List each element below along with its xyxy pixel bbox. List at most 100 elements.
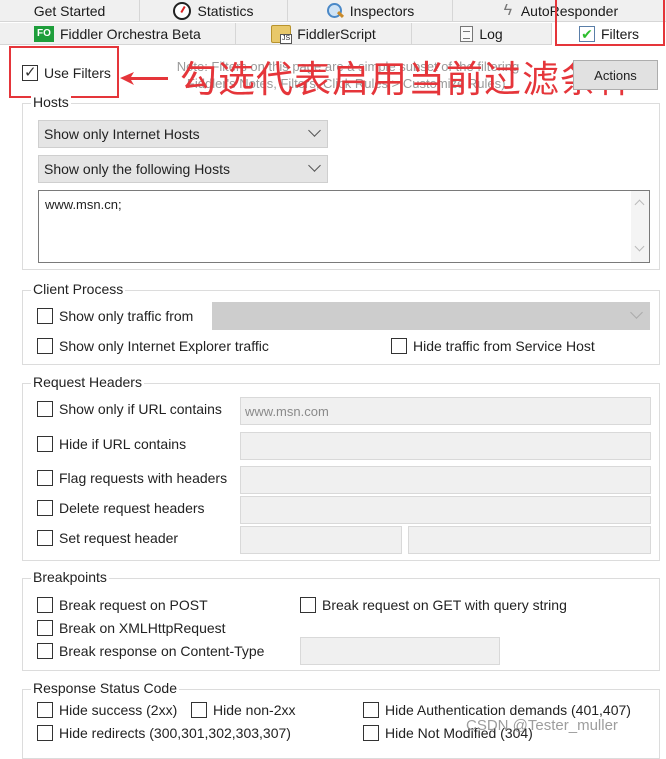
checkbox-label: Delete request headers — [59, 500, 205, 516]
hide-non2xx-checkbox[interactable]: Hide non-2xx — [191, 702, 296, 718]
checkbox-label: Show only Internet Explorer traffic — [59, 338, 269, 354]
tab-label: Filters — [600, 25, 640, 42]
hide-url-checkbox[interactable]: Hide if URL contains — [37, 436, 186, 452]
checkbox[interactable] — [37, 308, 53, 324]
log-icon — [460, 26, 474, 42]
show-only-url-input[interactable]: www.msn.com — [240, 397, 651, 425]
set-header-value-input[interactable] — [408, 526, 651, 554]
zone-filter-select[interactable]: Show only Internet Hosts — [38, 120, 328, 148]
actions-button[interactable]: Actions — [573, 60, 658, 90]
host-filter-select[interactable]: Show only the following Hosts — [38, 155, 328, 183]
tab-statistics[interactable]: Statistics — [140, 0, 288, 22]
host-list-textarea[interactable]: www.msn.cn; — [38, 190, 650, 263]
delete-headers-input[interactable] — [240, 496, 651, 524]
actions-label: Actions — [594, 67, 637, 83]
delete-headers-checkbox[interactable]: Delete request headers — [37, 500, 205, 516]
tab-filters[interactable]: ✔ Filters — [552, 23, 666, 45]
process-select[interactable] — [212, 302, 650, 330]
checkbox-label: Hide Authentication demands (401,407) — [385, 702, 631, 718]
script-icon — [271, 25, 293, 44]
checkbox-label: Show only if URL contains — [59, 401, 222, 417]
checkbox[interactable] — [37, 470, 53, 486]
select-value: Show only Internet Hosts — [44, 126, 200, 142]
chevron-down-icon — [308, 124, 321, 137]
break-content-type-checkbox[interactable]: Break response on Content-Type — [37, 643, 264, 659]
tab-autoresponder[interactable]: ϟ AutoResponder — [453, 0, 666, 22]
scroll-up-icon[interactable] — [634, 199, 645, 210]
checkbox[interactable] — [391, 338, 407, 354]
tab-get-started[interactable]: Get Started — [0, 0, 140, 22]
group-title: Response Status Code — [31, 680, 179, 696]
show-only-traffic-from-checkbox[interactable]: Show only traffic from — [37, 308, 193, 324]
hide-url-input[interactable] — [240, 432, 651, 460]
use-filters-checkbox[interactable]: Use Filters — [22, 63, 111, 81]
use-filters-label: Use Filters — [44, 65, 111, 81]
checkbox[interactable] — [37, 338, 53, 354]
group-title: Breakpoints — [31, 569, 109, 585]
tab-inspectors[interactable]: Inspectors — [288, 0, 453, 22]
checkbox[interactable] — [363, 702, 379, 718]
checkbox-label: Set request header — [59, 530, 179, 546]
hide-service-host-checkbox[interactable]: Hide traffic from Service Host — [391, 338, 595, 354]
flag-headers-input[interactable] — [240, 466, 651, 494]
break-post-checkbox[interactable]: Break request on POST — [37, 597, 208, 613]
checkbox-label: Break request on GET with query string — [322, 597, 567, 613]
checkbox[interactable] — [37, 620, 53, 636]
checkbox[interactable] — [37, 597, 53, 613]
checkbox[interactable] — [22, 63, 38, 81]
checkbox[interactable] — [37, 530, 53, 546]
show-only-ie-checkbox[interactable]: Show only Internet Explorer traffic — [37, 338, 269, 354]
chevron-down-icon — [308, 159, 321, 172]
group-title: Client Process — [31, 281, 126, 297]
select-value: Show only the following Hosts — [44, 161, 230, 177]
checkbox-label: Break request on POST — [59, 597, 208, 613]
checkbox[interactable] — [37, 643, 53, 659]
chevron-down-icon — [630, 306, 643, 319]
tab-fiddler-orchestra[interactable]: FO Fiddler Orchestra Beta — [0, 23, 236, 45]
checkbox[interactable] — [37, 436, 53, 452]
checkbox[interactable] — [300, 597, 316, 613]
break-xhr-checkbox[interactable]: Break on XMLHttpRequest — [37, 620, 226, 636]
checkbox[interactable] — [37, 500, 53, 516]
checkbox-label: Hide non-2xx — [213, 702, 296, 718]
set-header-name-input[interactable] — [240, 526, 402, 554]
input-placeholder: www.msn.com — [245, 403, 329, 419]
checkbox[interactable] — [37, 401, 53, 417]
checkbox-label: Hide if URL contains — [59, 436, 187, 452]
stopwatch-icon — [173, 2, 192, 20]
scrollbar[interactable] — [631, 191, 649, 262]
group-title: Hosts — [31, 94, 71, 110]
content-type-input[interactable] — [300, 637, 500, 665]
tab-label: AutoResponder — [520, 3, 619, 19]
checkbox[interactable] — [191, 702, 207, 718]
tab-label: Log — [479, 26, 503, 42]
hide-auth-checkbox[interactable]: Hide Authentication demands (401,407) — [363, 702, 631, 718]
fo-icon: FO — [34, 26, 54, 42]
break-get-query-checkbox[interactable]: Break request on GET with query string — [300, 597, 567, 613]
tab-row-bottom: FO Fiddler Orchestra Beta FiddlerScript … — [0, 23, 666, 45]
checkbox-label: Break on XMLHttpRequest — [59, 620, 226, 636]
hide-redirects-checkbox[interactable]: Hide redirects (300,301,302,303,307) — [37, 725, 291, 741]
checkbox[interactable] — [363, 725, 379, 741]
flag-headers-checkbox[interactable]: Flag requests with headers — [37, 470, 227, 486]
checkbox-label: Hide success (2xx) — [59, 702, 178, 718]
checkbox-label: Show only traffic from — [59, 308, 194, 324]
checkbox-label: Hide traffic from Service Host — [413, 338, 595, 354]
tab-label: Statistics — [197, 3, 254, 19]
show-only-url-checkbox[interactable]: Show only if URL contains — [37, 401, 222, 417]
annotation-arrow-icon — [120, 72, 168, 85]
checkbox-label: Break response on Content-Type — [59, 643, 265, 659]
watermark: CSDN @Tester_muller — [466, 717, 618, 734]
scroll-down-icon[interactable] — [634, 241, 645, 252]
magnifier-icon — [326, 2, 344, 20]
group-title: Request Headers — [31, 374, 144, 390]
checkbox[interactable] — [37, 702, 53, 718]
set-header-checkbox[interactable]: Set request header — [37, 530, 178, 546]
hide-success-checkbox[interactable]: Hide success (2xx) — [37, 702, 177, 718]
tab-label: FiddlerScript — [297, 26, 376, 42]
check-icon: ✔ — [578, 25, 595, 42]
host-list-value: www.msn.cn; — [45, 197, 122, 212]
checkbox[interactable] — [37, 725, 53, 741]
tab-log[interactable]: Log — [412, 23, 552, 45]
tab-fiddlerscript[interactable]: FiddlerScript — [236, 23, 412, 45]
